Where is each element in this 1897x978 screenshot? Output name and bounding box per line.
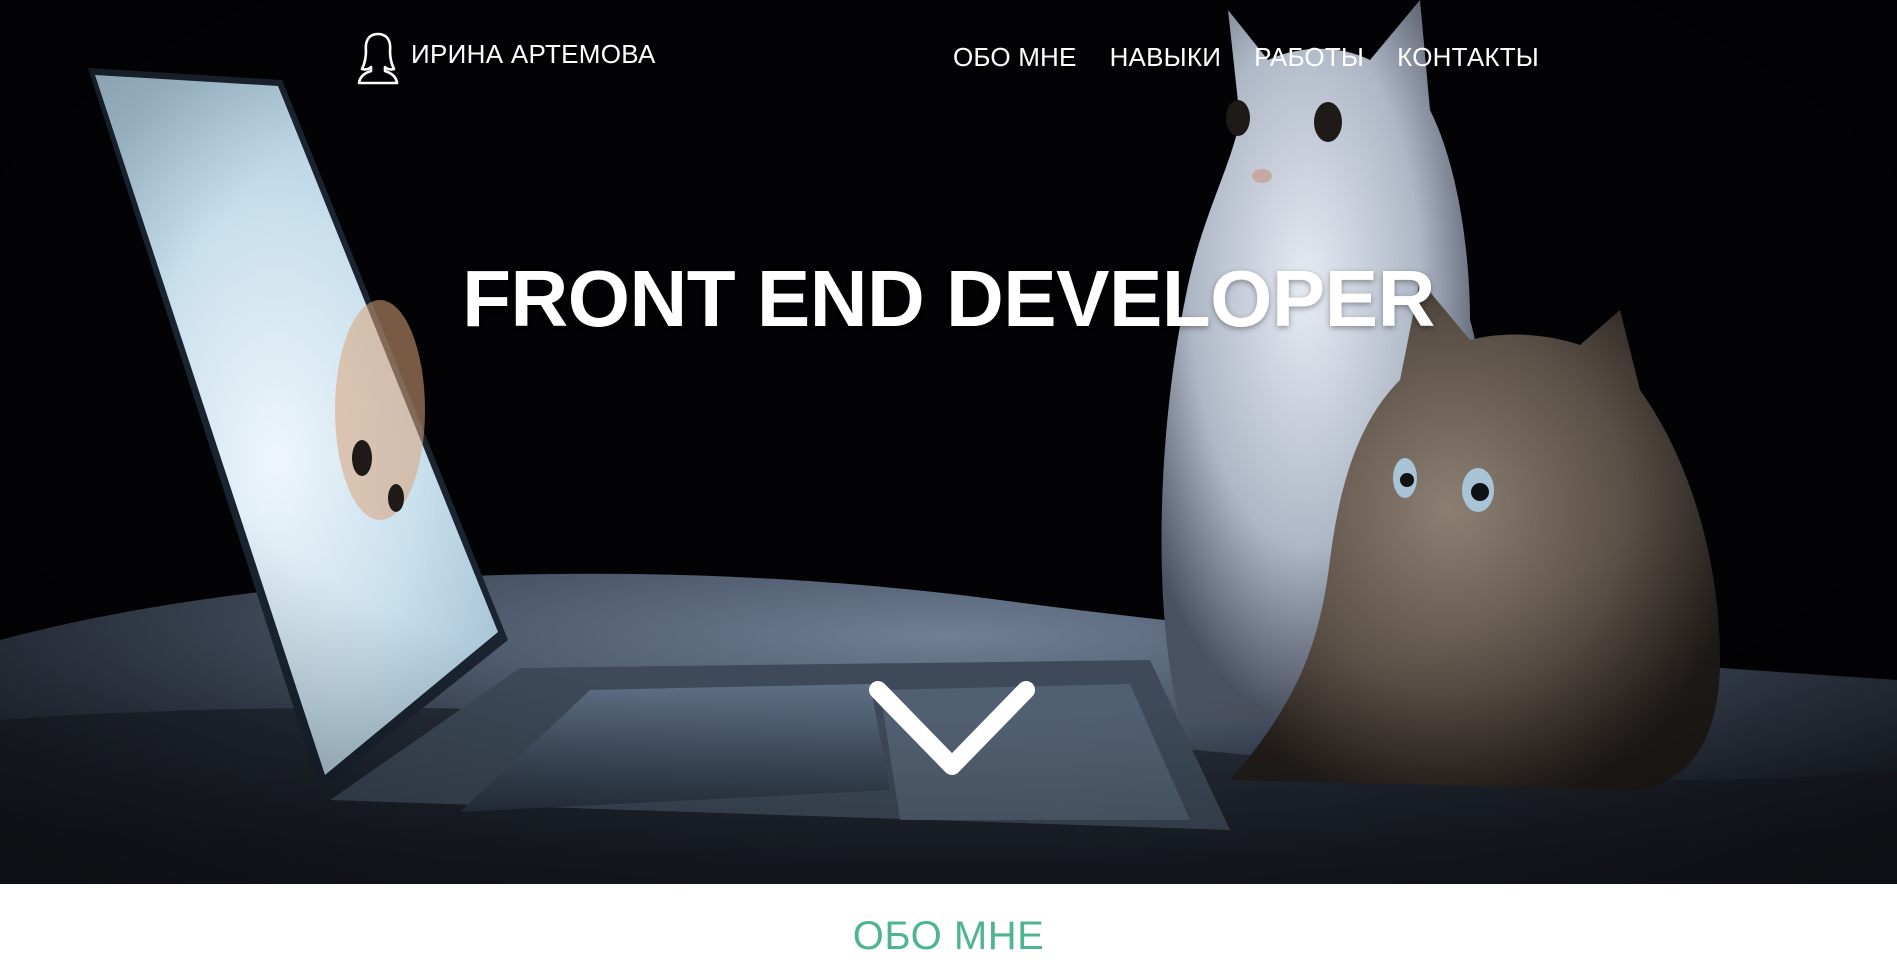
hero-section: ИРИНА АРТЕМОВА ОБО МНЕ НАВЫКИ РАБОТЫ КОН…	[0, 0, 1897, 884]
nav-item-contacts[interactable]: КОНТАКТЫ	[1397, 42, 1539, 73]
nav-item-works[interactable]: РАБОТЫ	[1254, 42, 1364, 73]
main-nav: ОБО МНЕ НАВЫКИ РАБОТЫ КОНТАКТЫ	[953, 42, 1539, 73]
logo-text: ИРИНА АРТЕМОВА	[411, 38, 656, 69]
female-user-icon	[357, 32, 399, 85]
hero-headline: FRONT END DEVELOPER	[462, 254, 1435, 343]
nav-item-about[interactable]: ОБО МНЕ	[953, 42, 1077, 73]
chevron-down-icon[interactable]	[862, 676, 1042, 786]
nav-item-skills[interactable]: НАВЫКИ	[1110, 42, 1222, 73]
site-header: ИРИНА АРТЕМОВА ОБО МНЕ НАВЫКИ РАБОТЫ КОН…	[0, 0, 1897, 120]
about-section-title: ОБО МНЕ	[852, 914, 1045, 958]
logo-link[interactable]: ИРИНА АРТЕМОВА	[357, 31, 656, 85]
